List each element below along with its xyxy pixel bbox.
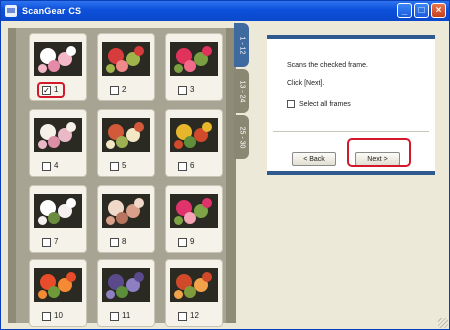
divider: [273, 131, 429, 132]
tab-1-12[interactable]: 1 - 12: [234, 23, 249, 67]
frame-4[interactable]: 4: [30, 110, 86, 176]
title-bar[interactable]: ScanGear CS _ □ ×: [1, 1, 449, 21]
frame-number: 7: [54, 237, 59, 246]
frame-thumbnail: [170, 118, 218, 152]
frame-thumbnail: [170, 194, 218, 228]
frame-1[interactable]: ✓ 1: [30, 34, 86, 100]
window-title: ScanGear CS: [22, 6, 82, 16]
window-controls: _ □ ×: [397, 3, 446, 18]
frame-number: 12: [190, 311, 199, 320]
frame-thumbnail: [102, 118, 150, 152]
film-strip: ✓ 1 2 3 4 5 6 7 8 9 10 11 12: [16, 28, 226, 326]
back-button[interactable]: < Back: [292, 152, 336, 166]
instruction-text: Scans the checked frame.: [287, 62, 368, 69]
resize-grip[interactable]: [438, 318, 448, 328]
next-button-highlight: [347, 138, 411, 167]
frame-thumbnail: [102, 268, 150, 302]
select-all-label: Select all frames: [299, 100, 351, 108]
tab-13-24[interactable]: 13 - 24: [234, 69, 249, 113]
select-all-checkbox[interactable]: [287, 100, 295, 108]
frame-thumbnail: [170, 42, 218, 76]
frame-thumbnail: [102, 194, 150, 228]
frame-thumbnail: [102, 42, 150, 76]
frame-number: 9: [190, 237, 195, 246]
frame-thumbnail: [34, 118, 82, 152]
frame-checkbox[interactable]: [178, 238, 187, 247]
frame-11[interactable]: 11: [98, 260, 154, 326]
frame-checkbox[interactable]: [110, 86, 119, 95]
frame-number: 11: [122, 311, 131, 320]
frame-thumbnail: [170, 268, 218, 302]
frame-checkbox[interactable]: [178, 312, 187, 321]
tab-25-30[interactable]: 25 - 30: [234, 115, 249, 159]
frame-9[interactable]: 9: [166, 186, 222, 252]
frame-checkbox[interactable]: [42, 238, 51, 247]
frame-checkbox[interactable]: [42, 312, 51, 321]
frame-checkbox[interactable]: [110, 162, 119, 171]
frame-number: 2: [122, 85, 127, 94]
instruction-click-next: Click [Next].: [287, 80, 325, 87]
frame-5[interactable]: 5: [98, 110, 154, 176]
checked-frame-highlight: [37, 82, 65, 98]
frame-number: 10: [54, 311, 63, 320]
frame-number: 3: [190, 85, 195, 94]
frame-6[interactable]: 6: [166, 110, 222, 176]
frame-number: 4: [54, 161, 59, 170]
maximize-button[interactable]: □: [414, 3, 429, 18]
select-all-option[interactable]: Select all frames: [287, 100, 351, 108]
frame-thumbnail: [34, 194, 82, 228]
frame-7[interactable]: 7: [30, 186, 86, 252]
close-button[interactable]: ×: [431, 3, 446, 18]
frame-12[interactable]: 12: [166, 260, 222, 326]
minimize-button[interactable]: _: [397, 3, 412, 18]
frame-number: 5: [122, 161, 127, 170]
frame-thumbnail: [34, 42, 82, 76]
frame-preview-pane: ✓ 1 2 3 4 5 6 7 8 9 10 11 12: [8, 28, 236, 326]
frame-checkbox[interactable]: [42, 162, 51, 171]
frame-2[interactable]: 2: [98, 34, 154, 100]
frame-8[interactable]: 8: [98, 186, 154, 252]
frame-number: 8: [122, 237, 127, 246]
frame-3[interactable]: 3: [166, 34, 222, 100]
frame-checkbox[interactable]: [178, 86, 187, 95]
frame-10[interactable]: 10: [30, 260, 86, 326]
frame-number: 6: [190, 161, 195, 170]
frame-checkbox[interactable]: [110, 238, 119, 247]
frame-checkbox[interactable]: [110, 312, 119, 321]
scangear-window: ScanGear CS _ □ × ✓ 1 2 3 4 5 6 7 8 9 10 11 12 1 - 1…: [0, 0, 450, 330]
frame-checkbox[interactable]: [178, 162, 187, 171]
frame-thumbnail: [34, 268, 82, 302]
app-icon: [5, 5, 17, 17]
